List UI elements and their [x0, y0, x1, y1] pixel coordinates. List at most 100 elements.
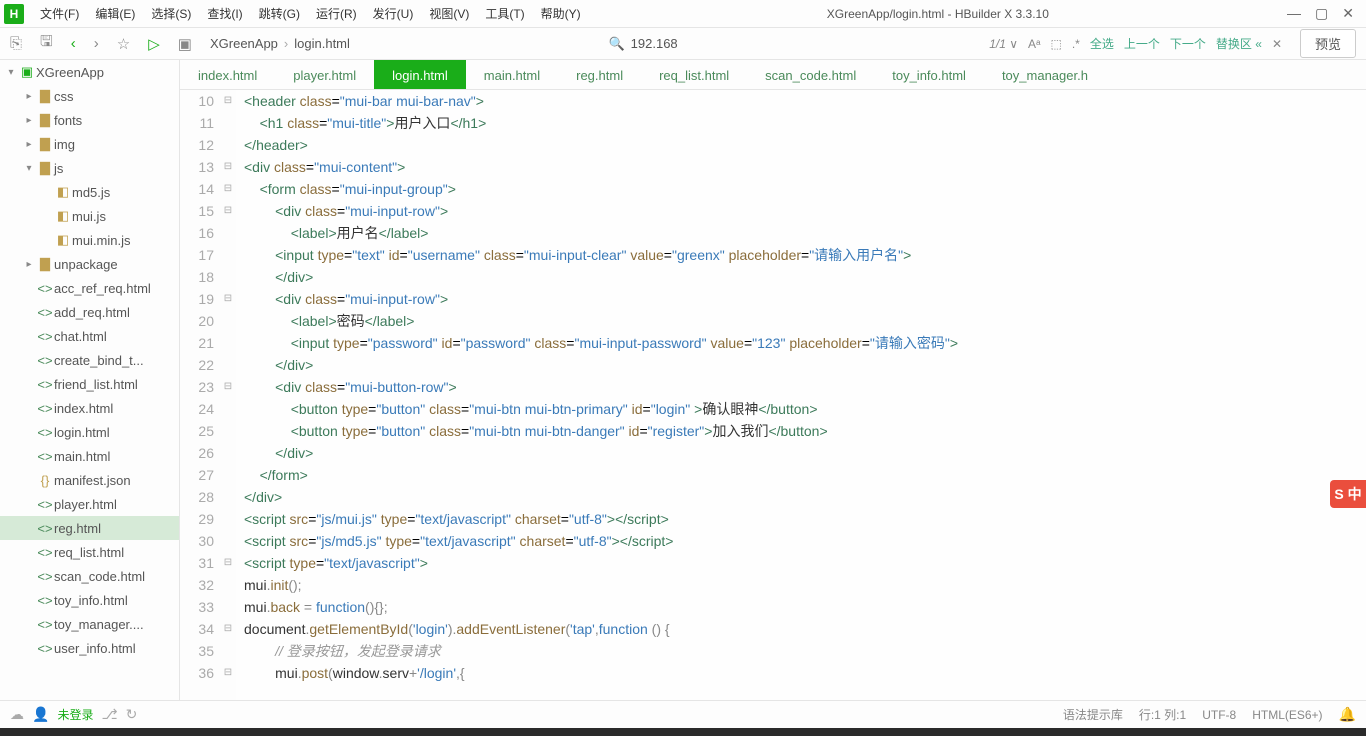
run-icon[interactable]: ▷ [148, 35, 160, 53]
status-bar: ☁ 👤 未登录 ⎇ ↻ 语法提示库 行:1 列:1 UTF-8 HTML(ES6… [0, 700, 1366, 728]
breadcrumb-root[interactable]: XGreenApp [210, 36, 278, 51]
user-icon[interactable]: 👤 [32, 706, 49, 723]
tree-item[interactable]: <>friend_list.html [0, 372, 179, 396]
editor-tab[interactable]: req_list.html [641, 60, 747, 90]
fold-column[interactable]: ⊟ ⊟⊟⊟ ⊟ ⊟ ⊟ ⊟ ⊟ [220, 90, 236, 700]
preview-button[interactable]: 预览 [1300, 29, 1356, 58]
tree-arrow-icon[interactable]: ▸ [22, 91, 36, 102]
tree-item[interactable]: <>create_bind_t... [0, 348, 179, 372]
breadcrumb-file[interactable]: login.html [294, 36, 350, 51]
tree-item[interactable]: ▸▇unpackage [0, 252, 179, 276]
tree-item[interactable]: <>login.html [0, 420, 179, 444]
encoding[interactable]: UTF-8 [1202, 708, 1236, 722]
close-search-icon[interactable]: ✕ [1272, 37, 1282, 51]
save-icon[interactable]: 🖫 [40, 31, 53, 56]
sync-icon[interactable]: ↻ [126, 706, 138, 723]
menu-item[interactable]: 编辑(E) [87, 2, 143, 25]
case-icon[interactable]: Aᵃ [1028, 37, 1040, 51]
tree-item[interactable]: ◧mui.js [0, 204, 179, 228]
editor-tab[interactable]: index.html [180, 60, 275, 90]
tree-item[interactable]: <>index.html [0, 396, 179, 420]
tree-item[interactable]: <>scan_code.html [0, 564, 179, 588]
file-icon: ▇ [36, 88, 54, 104]
menu-item[interactable]: 工具(T) [477, 2, 532, 25]
menu-item[interactable]: 查找(I) [199, 2, 250, 25]
tree-label: fonts [54, 113, 82, 128]
language-mode[interactable]: HTML(ES6+) [1252, 708, 1322, 722]
terminal-icon[interactable]: ▣ [178, 35, 192, 53]
back-icon[interactable]: ‹ [71, 35, 76, 52]
tree-label: user_info.html [54, 641, 136, 656]
tree-item[interactable]: ◧mui.min.js [0, 228, 179, 252]
tree-arrow-icon[interactable]: ▸ [22, 139, 36, 150]
menu-item[interactable]: 跳转(G) [251, 2, 308, 25]
tree-item[interactable]: ▾▇js [0, 156, 179, 180]
tree-item[interactable]: <>req_list.html [0, 540, 179, 564]
tree-item[interactable]: ▸▇fonts [0, 108, 179, 132]
word-icon[interactable]: ⬚ [1051, 37, 1062, 51]
tree-item[interactable]: ▸▇img [0, 132, 179, 156]
tree-arrow-icon[interactable]: ▸ [22, 259, 36, 270]
star-icon[interactable]: ☆ [117, 35, 130, 53]
file-tree[interactable]: ▾▣XGreenApp▸▇css▸▇fonts▸▇img▾▇js◧md5.js◧… [0, 60, 180, 700]
editor-area: index.htmlplayer.htmllogin.htmlmain.html… [180, 60, 1366, 700]
select-all-link[interactable]: 全选 [1090, 35, 1114, 52]
tree-item[interactable]: <>player.html [0, 492, 179, 516]
editor-tab[interactable]: player.html [275, 60, 374, 90]
prev-link[interactable]: 上一个 [1124, 35, 1160, 52]
tree-item[interactable]: ▸▇css [0, 84, 179, 108]
tree-item[interactable]: <>reg.html [0, 516, 179, 540]
title-bar: H 文件(F)编辑(E)选择(S)查找(I)跳转(G)运行(R)发行(U)视图(… [0, 0, 1366, 28]
file-icon: ▣ [18, 64, 36, 80]
tree-item[interactable]: <>acc_ref_req.html [0, 276, 179, 300]
bell-icon[interactable]: 🔔 [1339, 706, 1356, 723]
minimize-icon[interactable]: — [1287, 5, 1301, 22]
tree-item[interactable]: ◧md5.js [0, 180, 179, 204]
login-status[interactable]: 未登录 [57, 706, 93, 723]
tree-item[interactable]: <>chat.html [0, 324, 179, 348]
menu-item[interactable]: 选择(S) [143, 2, 199, 25]
regex-icon[interactable]: .* [1072, 37, 1080, 51]
file-icon: <> [36, 593, 54, 608]
editor-tab[interactable]: reg.html [558, 60, 641, 90]
editor-tab[interactable]: login.html [374, 60, 466, 90]
menu-item[interactable]: 视图(V) [421, 2, 477, 25]
tree-item[interactable]: <>main.html [0, 444, 179, 468]
ime-badge[interactable]: S 中 [1330, 480, 1366, 508]
search-box[interactable]: 🔍 [608, 36, 730, 52]
tree-item[interactable]: <>add_req.html [0, 300, 179, 324]
tree-item[interactable]: {}manifest.json [0, 468, 179, 492]
breadcrumb[interactable]: XGreenApp › login.html [210, 36, 350, 51]
close-icon[interactable]: ✕ [1342, 5, 1354, 22]
file-icon: ▇ [36, 160, 54, 176]
tree-arrow-icon[interactable]: ▸ [22, 115, 36, 126]
tree-label: toy_manager.... [54, 617, 144, 632]
tree-arrow-icon[interactable]: ▾ [22, 163, 36, 174]
branch-icon[interactable]: ⎇ [101, 706, 117, 723]
tree-item[interactable]: <>toy_manager.... [0, 612, 179, 636]
menu-item[interactable]: 发行(U) [365, 2, 422, 25]
editor-tab[interactable]: scan_code.html [747, 60, 874, 90]
line-gutter: 1011121314151617181920212223242526272829… [180, 90, 220, 700]
editor-tab[interactable]: toy_info.html [874, 60, 984, 90]
cursor-position: 行:1 列:1 [1139, 706, 1186, 723]
tree-item[interactable]: <>user_info.html [0, 636, 179, 660]
forward-icon[interactable]: › [94, 35, 99, 52]
next-link[interactable]: 下一个 [1170, 35, 1206, 52]
tree-item[interactable]: <>toy_info.html [0, 588, 179, 612]
editor-tab[interactable]: main.html [466, 60, 558, 90]
maximize-icon[interactable]: ▢ [1315, 5, 1328, 22]
replace-link[interactable]: 替换区 « [1216, 35, 1262, 52]
new-file-icon[interactable]: ⎘ [10, 35, 22, 52]
menu-item[interactable]: 文件(F) [32, 2, 87, 25]
code-content[interactable]: <header class="mui-bar mui-bar-nav"> <h1… [236, 90, 1366, 700]
editor-tab[interactable]: toy_manager.h [984, 60, 1106, 90]
search-input[interactable] [631, 36, 731, 51]
code-editor[interactable]: 1011121314151617181920212223242526272829… [180, 90, 1366, 700]
tree-item[interactable]: ▾▣XGreenApp [0, 60, 179, 84]
menu-item[interactable]: 帮助(Y) [533, 2, 589, 25]
syntax-lib[interactable]: 语法提示库 [1063, 706, 1123, 723]
cloud-icon[interactable]: ☁ [10, 706, 24, 723]
tree-arrow-icon[interactable]: ▾ [4, 67, 18, 78]
menu-item[interactable]: 运行(R) [308, 2, 365, 25]
